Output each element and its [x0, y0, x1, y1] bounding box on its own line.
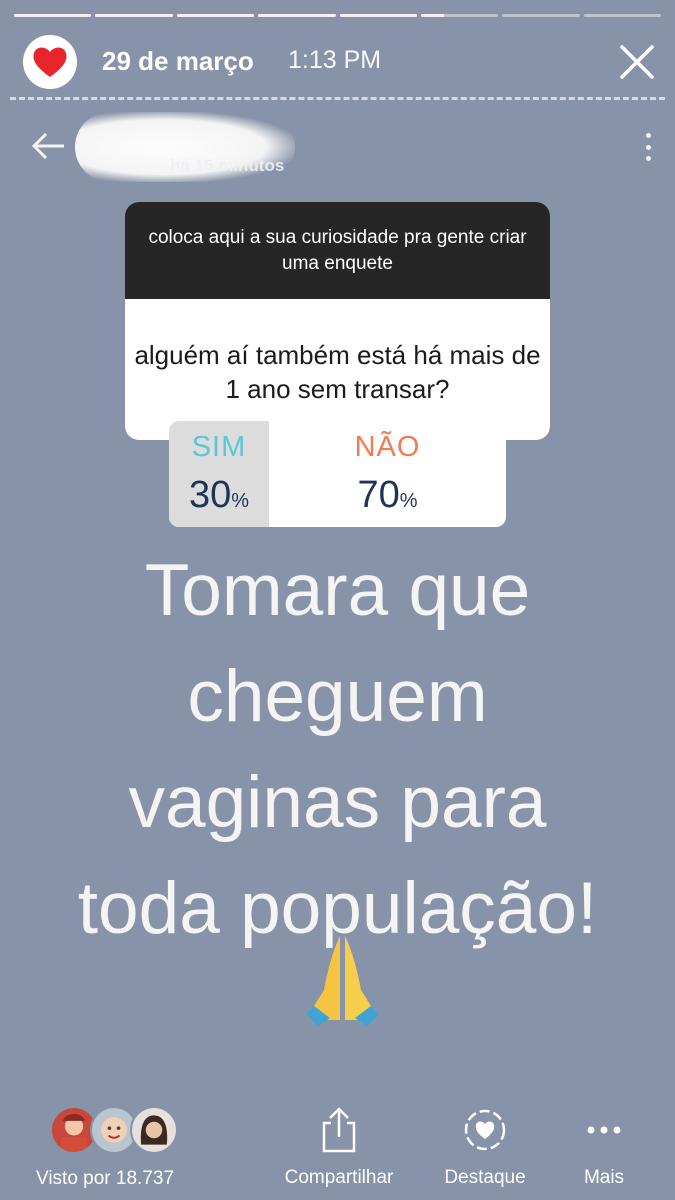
highlight-button[interactable]: Destaque — [438, 1105, 532, 1189]
progress-segment — [95, 14, 173, 17]
poll-sticker: SIM 30% NÃO 70% — [169, 421, 506, 527]
poll-option-sim[interactable]: SIM 30% — [169, 421, 269, 527]
share-button[interactable]: Compartilhar — [275, 1105, 403, 1189]
poll-option-percent: 30% — [188, 474, 250, 516]
more-button[interactable]: Mais — [578, 1105, 630, 1189]
heart-icon — [33, 47, 67, 77]
question-prompt: coloca aqui a sua curiosidade pra gente … — [125, 202, 550, 299]
story-time: 1:13 PM — [288, 46, 382, 74]
seen-by-count[interactable]: Visto por 18.737 — [36, 1168, 174, 1190]
share-label: Compartilhar — [284, 1167, 394, 1188]
folded-hands-icon — [306, 936, 379, 1026]
poll-option-label: SIM — [191, 431, 247, 463]
more-horizontal-icon — [587, 1126, 621, 1134]
question-sticker: coloca aqui a sua curiosidade pra gente … — [125, 202, 550, 440]
divider — [10, 97, 665, 100]
progress-segment — [502, 14, 580, 17]
caption-line: cheguem — [187, 656, 488, 737]
close-icon[interactable] — [617, 42, 657, 82]
question-text: alguém aí também está há mais de 1 ano s… — [134, 340, 541, 404]
progress-segment — [14, 14, 92, 17]
viewer-avatar — [130, 1106, 178, 1154]
back-arrow-icon — [31, 132, 64, 160]
caption-line: vaginas para — [128, 762, 547, 843]
story-date: 29 de março — [102, 46, 254, 76]
story-progress — [14, 14, 661, 17]
more-vertical-icon — [643, 133, 653, 161]
progress-segment-current — [420, 14, 499, 17]
progress-segment — [258, 14, 336, 17]
poll-option-label: NÃO — [354, 431, 421, 463]
highlight-heart-icon — [464, 1109, 506, 1151]
caption-text: Tomara que cheguem vaginas para toda pop… — [0, 538, 675, 962]
share-icon — [322, 1107, 356, 1153]
caption-line: Tomara que — [144, 550, 531, 631]
progress-segment — [339, 14, 417, 17]
progress-segment — [583, 14, 661, 17]
viewers-avatars[interactable] — [50, 1106, 180, 1156]
post-time-ago: há 15 minutos — [170, 156, 285, 175]
poll-option-percent: 70% — [357, 474, 418, 516]
profile-avatar[interactable] — [23, 35, 77, 89]
progress-segment — [176, 14, 255, 17]
poll-option-nao[interactable]: NÃO 70% — [269, 421, 506, 527]
highlight-label: Destaque — [444, 1167, 526, 1188]
more-label: Mais — [583, 1167, 625, 1188]
